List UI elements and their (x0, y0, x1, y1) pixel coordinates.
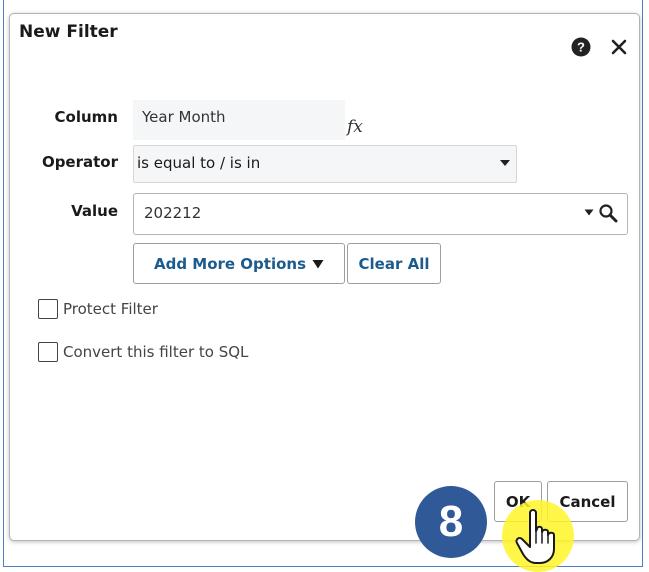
protect-filter-label: Protect Filter (63, 300, 158, 318)
value-input[interactable]: 202212 (133, 193, 628, 235)
value-label: Value (71, 202, 118, 220)
value-dropdown-icon[interactable] (584, 209, 594, 216)
column-label: Column (54, 108, 118, 126)
svg-text:?: ? (577, 40, 585, 55)
convert-sql-checkbox[interactable] (38, 342, 58, 362)
fx-icon[interactable]: fx (347, 117, 363, 137)
chevron-down-icon[interactable] (499, 159, 511, 167)
close-icon[interactable] (610, 38, 628, 56)
dialog-title: New Filter (19, 22, 118, 42)
hand-pointer-icon (515, 509, 555, 564)
protect-filter-checkbox[interactable] (38, 299, 58, 319)
caret-down-icon (312, 259, 324, 268)
convert-sql-option[interactable]: Convert this filter to SQL (38, 342, 248, 362)
protect-filter-option[interactable]: Protect Filter (38, 299, 158, 319)
convert-sql-label: Convert this filter to SQL (63, 343, 249, 361)
operator-label: Operator (41, 153, 118, 171)
step-badge: 8 (415, 486, 487, 558)
search-icon[interactable] (598, 203, 618, 223)
help-icon[interactable]: ? (571, 37, 591, 57)
add-more-options-label: Add More Options (153, 254, 307, 273)
column-value: Year Month (133, 100, 345, 140)
add-more-options-button[interactable]: Add More Options (133, 243, 345, 284)
clear-all-button[interactable]: Clear All (347, 243, 441, 284)
operator-select[interactable]: is equal to / is in (133, 145, 517, 183)
